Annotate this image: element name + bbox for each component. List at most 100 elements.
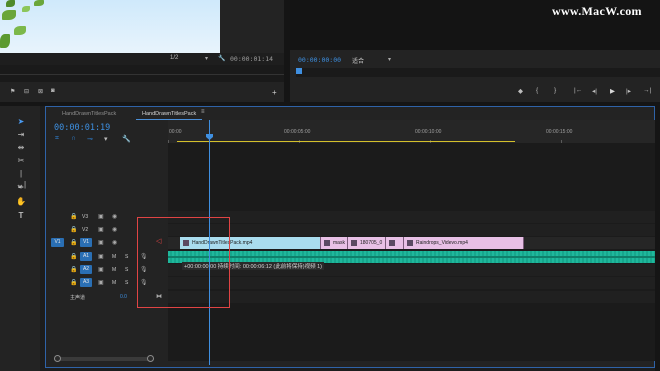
sync-lock-icon[interactable]: ▣ [98,266,104,273]
master-label: 主声道 [70,295,86,301]
sync-lock-icon[interactable]: ▣ [98,226,104,233]
fx-badge-icon [389,240,395,246]
tab-sequence-2[interactable]: HandDrawnTitlesPack [136,109,203,120]
mute-button[interactable]: M [112,280,116,286]
mute-button[interactable]: M [112,254,116,260]
zoom-select[interactable]: 1/2 [170,55,178,61]
wrench-icon[interactable]: 🔧 [122,135,131,143]
clip-label: Raindrops_Videvo.mp4 [416,240,468,246]
program-timecode[interactable]: 00:00:00:00 [298,56,341,64]
camera-icon[interactable]: ◙ [51,88,55,94]
selection-tool-icon[interactable]: ➤ [15,116,27,127]
lock-icon[interactable]: 🔒 [70,213,77,220]
lock-icon[interactable]: 🔒 [70,253,77,260]
sync-lock-icon[interactable]: ▣ [98,239,104,246]
step-back-icon[interactable]: ◂| [592,87,597,95]
slip-tool-icon[interactable]: |↔| [15,168,27,189]
mute-button[interactable]: M [112,267,116,273]
ruler-label: 00:00:05:00 [284,129,311,135]
track-lane-master[interactable] [168,291,656,303]
hand-tool-icon[interactable]: ✋ [15,196,27,207]
track-name: V3 [82,214,89,220]
type-tool-icon[interactable]: T [15,210,27,221]
fx-badge-icon [351,240,357,246]
tools-panel: ➤ ⇥ ⇹ ✂ |↔| ✒ ✋ T [0,106,40,371]
ruler-label: 00:00 [169,129,182,135]
lock-icon[interactable]: 🔒 [70,239,77,246]
time-ruler[interactable]: 00:00 00:00:05:00 00:00:10:00 00:00:15:0… [168,120,656,143]
add-marker-icon[interactable]: ▾ [104,135,108,143]
track-lane-v1[interactable]: HandDrawnTitlesPack.mp4 mask 180705_0 Ra… [168,237,656,249]
track-lane-v2[interactable] [168,224,656,236]
track-name: V2 [82,227,89,233]
clip-short[interactable] [386,237,404,249]
overwrite-icon[interactable]: ⊠ [38,88,43,95]
highlight-annotation [137,217,230,308]
sync-lock-icon[interactable]: ▣ [98,279,104,286]
lock-icon[interactable]: 🔒 [70,226,77,233]
mark-in-icon[interactable]: { [536,87,538,94]
tab-menu-icon[interactable]: ≡ [201,109,205,115]
clip-label: mask [333,240,345,246]
source-patch-v1[interactable]: V1 [51,238,64,247]
source-monitor-panel: 1/2 ▾ 🔧 00:00:01:14 ⚑ ⊟ ⊠ ◙ + [0,0,284,102]
track-target-a3[interactable]: A3 [80,278,92,287]
nest-icon[interactable]: ⌗ [55,135,59,143]
source-preview-image [0,0,220,53]
lock-icon[interactable]: 🔒 [70,266,77,273]
tab-sequence-1[interactable]: HandDrawnTitlesPack [56,109,122,120]
source-ruler[interactable] [0,65,284,82]
linked-selection-icon[interactable]: ⊸ [87,135,93,143]
source-controls-bar: 1/2 ▾ 🔧 00:00:01:14 [0,53,284,65]
playhead-timecode[interactable]: 00:00:01:19 [54,123,110,133]
track-target-v1[interactable]: V1 [80,238,92,247]
scroll-handle-right[interactable] [147,355,154,362]
solo-button[interactable]: S [125,267,128,273]
eye-icon[interactable]: ◉ [112,239,117,246]
marker-icon[interactable]: ◆ [518,87,523,95]
program-playhead[interactable] [296,68,302,74]
mark-out-icon[interactable]: } [554,87,556,94]
razor-tool-icon[interactable]: ✂ [15,155,27,166]
program-ruler[interactable] [296,68,660,77]
eye-icon[interactable]: ◉ [112,226,117,233]
add-button-icon[interactable]: + [272,88,277,97]
track-select-tool-icon[interactable]: ⇥ [15,129,27,140]
timeline-footer [46,352,168,366]
clip-180705[interactable]: 180705_0 [348,237,386,249]
sync-lock-icon[interactable]: ▣ [98,213,104,220]
master-volume[interactable]: 0.0 [120,294,127,300]
scroll-handle-left[interactable] [54,355,61,362]
track-lane-v3[interactable] [168,211,656,223]
clip-label: 180705_0 [360,240,383,246]
fx-badge-icon [324,240,330,246]
pen-tool-icon[interactable]: ✒ [15,182,27,193]
fit-select[interactable]: 适合 [352,56,364,65]
fx-badge-icon [407,240,413,246]
chevron-down-icon[interactable]: ▾ [205,55,208,62]
track-target-a1[interactable]: A1 [80,252,92,261]
marker-icon[interactable]: ⚑ [10,88,15,95]
track-target-a2[interactable]: A2 [80,265,92,274]
insert-icon[interactable]: ⊟ [24,88,29,95]
panel-divider [655,106,660,371]
wrench-icon[interactable]: 🔧 [218,55,225,62]
solo-button[interactable]: S [125,280,128,286]
eye-icon[interactable]: ◉ [112,213,117,220]
chevron-down-icon[interactable]: ▾ [388,56,391,63]
go-to-out-icon[interactable]: →| [643,87,651,94]
play-icon[interactable]: ▶ [610,87,615,95]
solo-button[interactable]: S [125,254,128,260]
work-area-bar[interactable] [177,141,515,142]
ruler-label: 00:00:10:00 [415,129,442,135]
go-to-in-icon[interactable]: |← [574,87,582,94]
snap-icon[interactable]: ∩ [71,135,76,142]
track-lane-a3[interactable] [168,277,656,289]
ripple-edit-tool-icon[interactable]: ⇹ [15,142,27,153]
zoom-scroll[interactable] [54,355,154,362]
clip-raindrops[interactable]: Raindrops_Videvo.mp4 [404,237,524,249]
clip-mask[interactable]: mask [321,237,348,249]
lock-icon[interactable]: 🔒 [70,279,77,286]
step-forward-icon[interactable]: |▸ [626,87,631,95]
sync-lock-icon[interactable]: ▣ [98,253,104,260]
